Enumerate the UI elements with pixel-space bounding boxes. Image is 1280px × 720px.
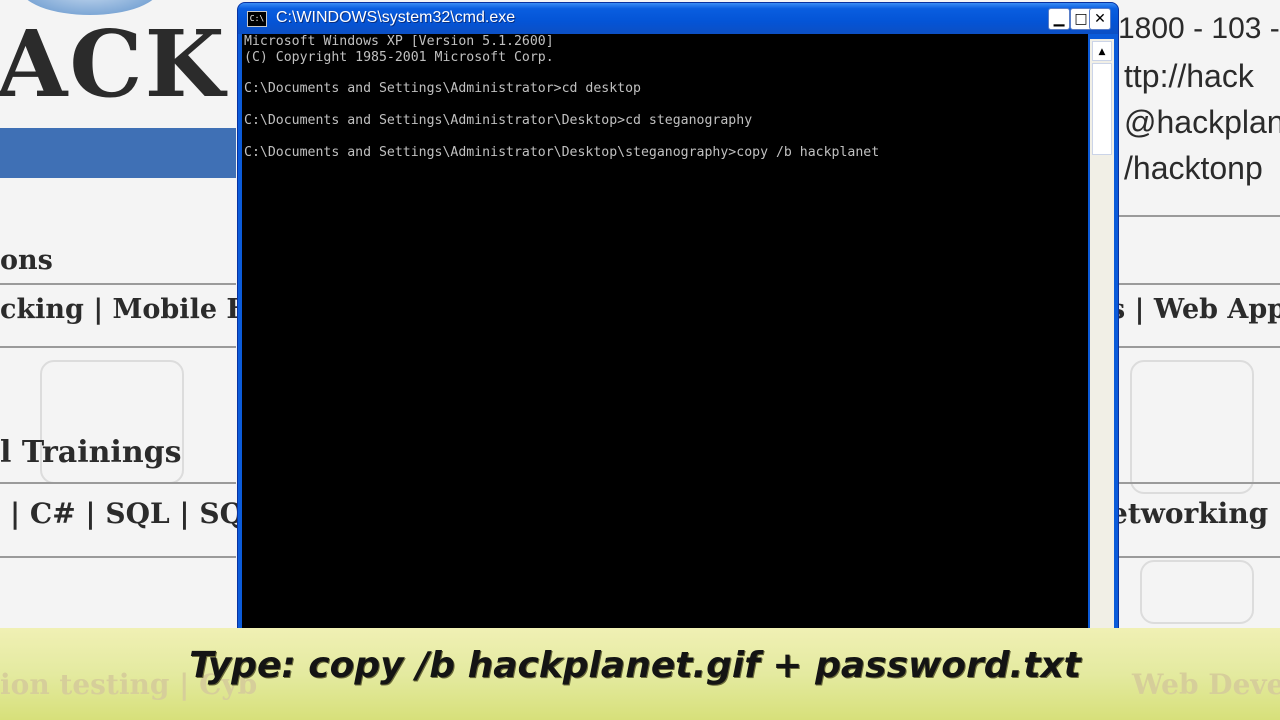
- heading-fragment: etworking |: [1110, 497, 1280, 530]
- contact-fragment: @hackplan: [1124, 104, 1280, 140]
- console-line: C:\Documents and Settings\Administrator\…: [244, 112, 753, 128]
- heading-fragment: cking | Mobile H: [0, 294, 252, 325]
- console-input-line[interactable]: C:\Documents and Settings\Administrator\…: [242, 145, 1088, 161]
- close-button[interactable]: ✕: [1089, 8, 1111, 30]
- contact-fragment: ttp://hack: [1124, 58, 1254, 94]
- contact-fragment: 1800 - 103 -: [1118, 12, 1280, 45]
- caption-band: ion testing | Cyb Web Deve Type: copy /b…: [0, 628, 1280, 720]
- divider: [1118, 215, 1280, 217]
- minimize-button[interactable]: ▁: [1048, 8, 1070, 30]
- window-title: C:\WINDOWS\system32\cmd.exe: [276, 9, 516, 26]
- heading-fragment: ons: [0, 245, 53, 276]
- console-line: C:\Documents and Settings\Administrator>…: [244, 81, 641, 97]
- divider: [1118, 556, 1280, 558]
- background-sketch: [1130, 360, 1254, 494]
- heading-fragment: l Trainings: [0, 435, 182, 470]
- cmd-app-icon[interactable]: C:\: [247, 11, 267, 27]
- divider: [1118, 482, 1280, 484]
- divider: [0, 346, 236, 348]
- divider: [0, 283, 236, 285]
- scroll-up-arrow-icon[interactable]: ▲: [1092, 41, 1112, 61]
- console-output[interactable]: Microsoft Windows XP [Version 5.1.2600] …: [242, 34, 1088, 643]
- console-line: Microsoft Windows XP [Version 5.1.2600]: [244, 34, 554, 49]
- tutorial-caption: Type: copy /b hackplanet.gif + password.…: [189, 645, 1081, 686]
- heading-fragment: | C# | SQL | SQT: [10, 497, 265, 530]
- contact-fragment: /hacktonp: [1124, 150, 1263, 186]
- cmd-window[interactable]: C:\ C:\WINDOWS\system32\cmd.exe ▁ □ ✕ Mi…: [238, 3, 1118, 643]
- window-titlebar[interactable]: C:\ C:\WINDOWS\system32\cmd.exe ▁ □ ✕: [238, 3, 1118, 34]
- vertical-scrollbar[interactable]: ▲: [1090, 39, 1114, 643]
- divider: [1118, 283, 1280, 285]
- logo-text: ACK: [0, 10, 227, 118]
- nav-bar: [0, 128, 236, 178]
- divider: [0, 482, 236, 484]
- scrollbar-thumb[interactable]: [1092, 63, 1112, 155]
- divider: [0, 556, 236, 558]
- heading-fragment: s | Web App: [1110, 294, 1280, 325]
- background-sketch: [1140, 560, 1254, 624]
- divider: [1118, 346, 1280, 348]
- console-line: (C) Copyright 1985-2001 Microsoft Corp.: [244, 49, 554, 65]
